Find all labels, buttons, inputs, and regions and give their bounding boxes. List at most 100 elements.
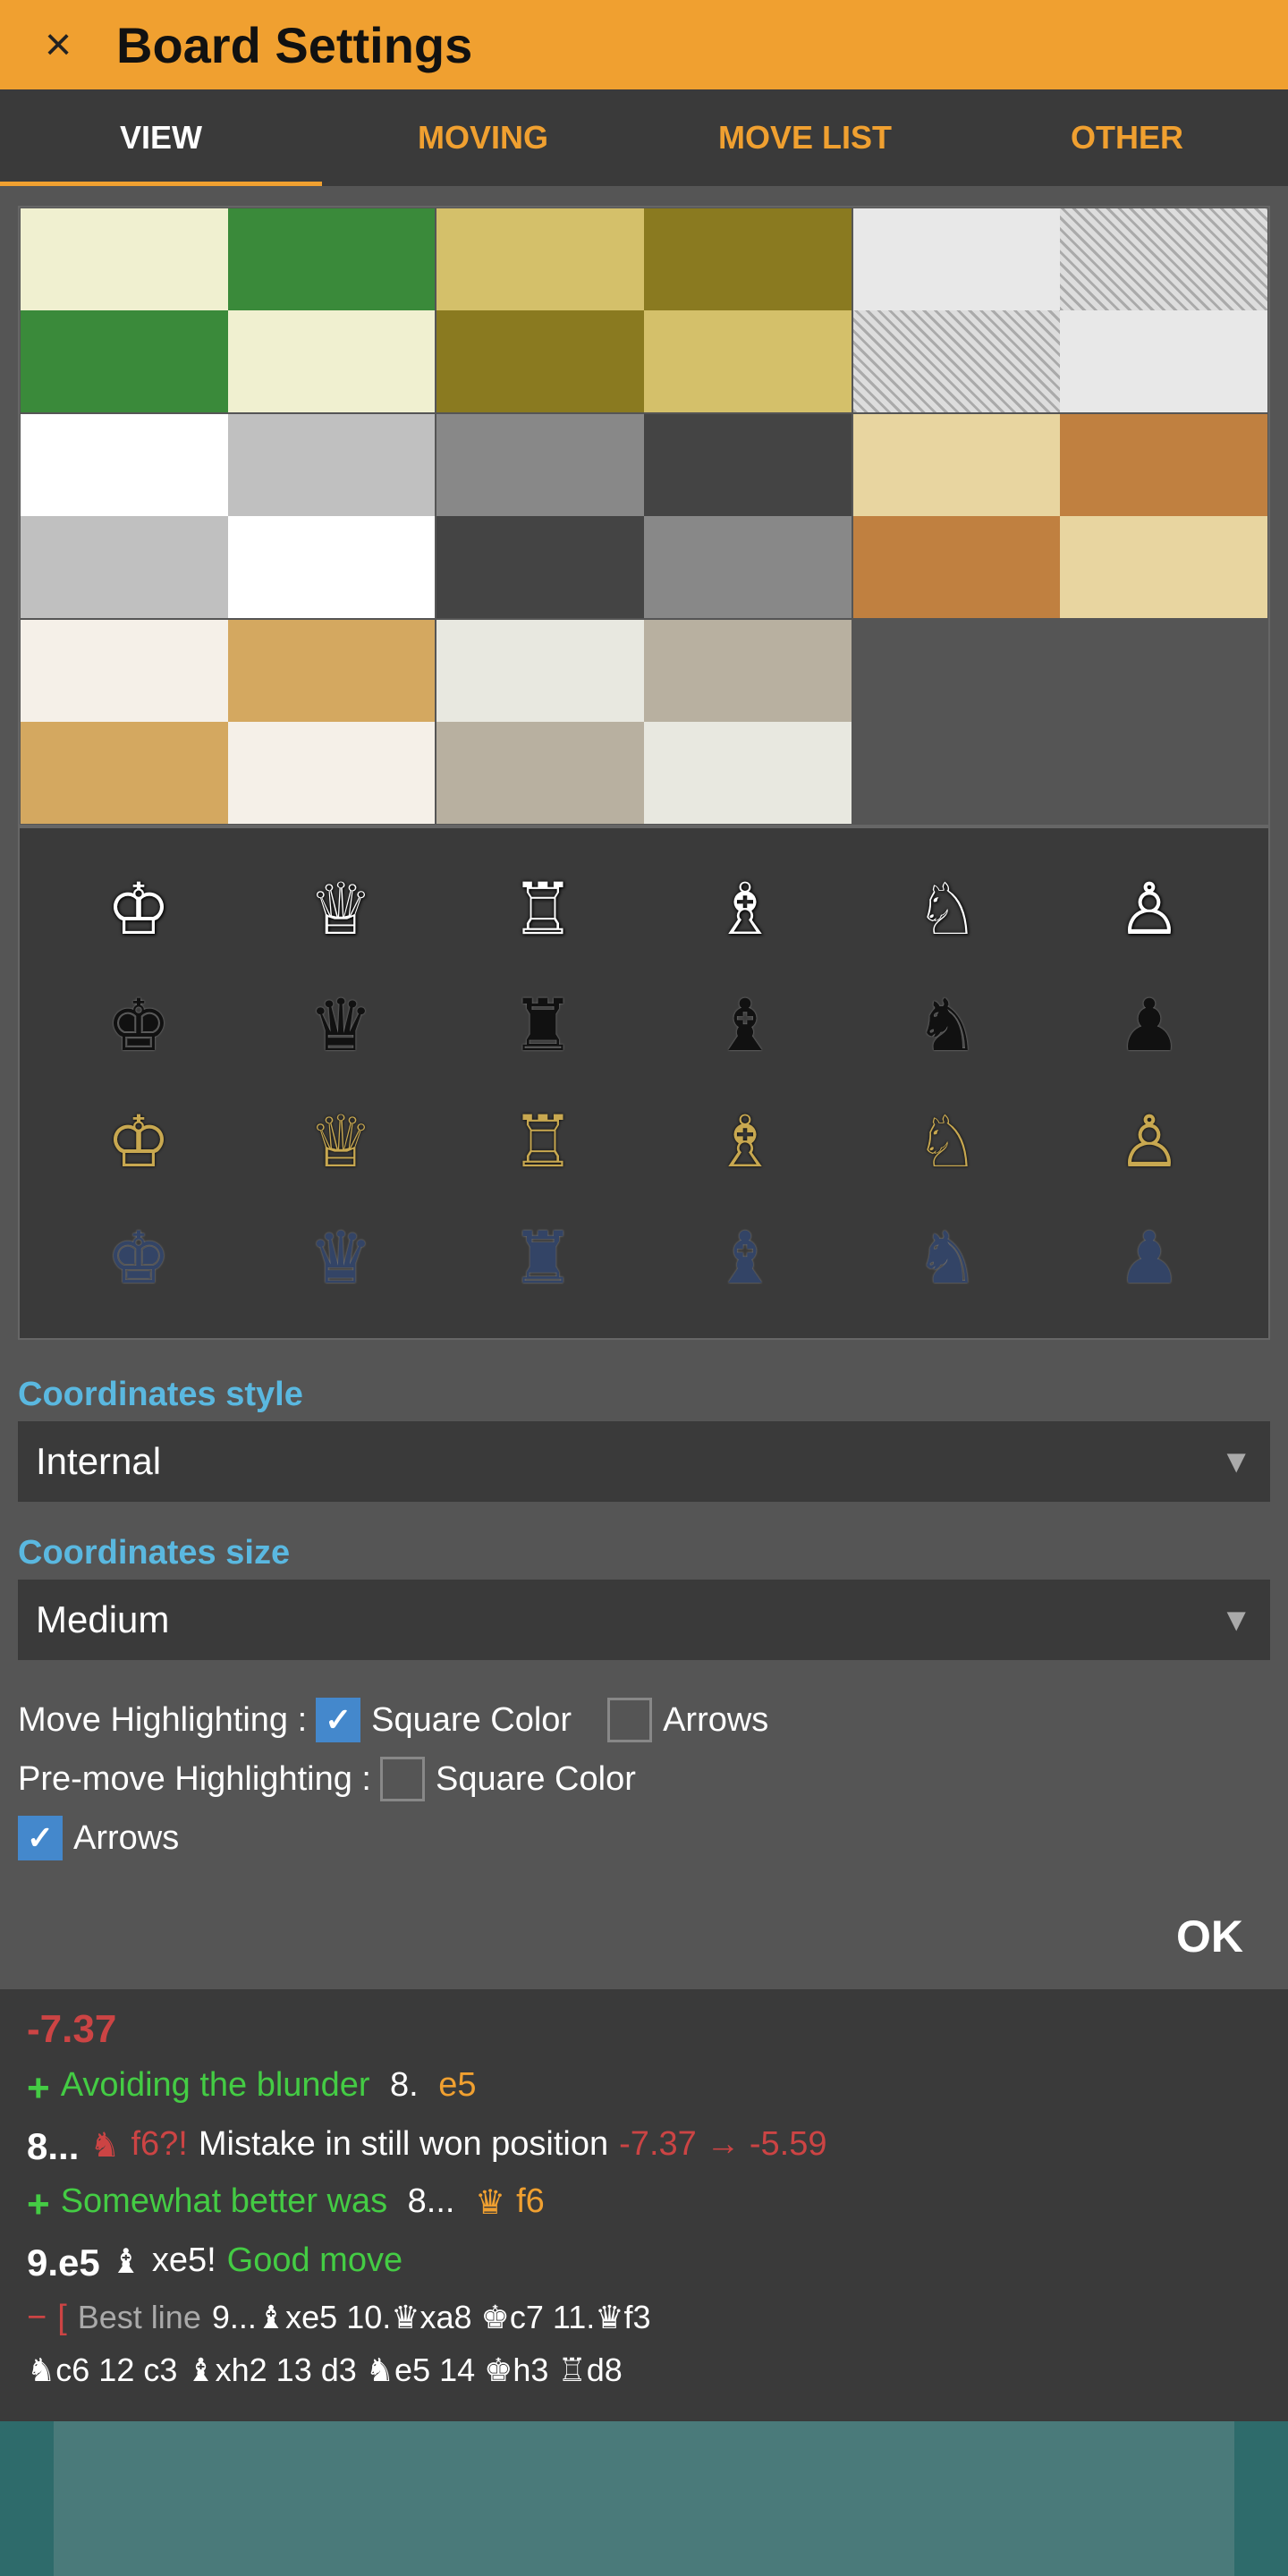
piece-navy-rook[interactable]: ♜: [489, 1204, 597, 1311]
dash-icon: −: [27, 2299, 47, 2337]
analysis-section: -7.37 + Avoiding the blunder 8. e5 8... …: [0, 1989, 1288, 2421]
bracket-open: [: [57, 2299, 67, 2337]
best-line-moves: 9...♝xe5 10.♛xa8 ♚c7 11.♛f3: [212, 2299, 651, 2336]
close-button[interactable]: ×: [27, 13, 89, 76]
theme-green[interactable]: [20, 208, 436, 413]
navy-pieces-row: ♚ ♛ ♜ ♝ ♞ ♟: [38, 1204, 1250, 1311]
themes-grid: [18, 206, 1270, 826]
square-color-label: Square Color: [371, 1701, 572, 1740]
premove-highlighting-label: Pre-move Highlighting :: [18, 1760, 371, 1799]
piece-navy-queen[interactable]: ♛: [287, 1204, 394, 1311]
piece-navy-knight[interactable]: ♞: [894, 1204, 1001, 1311]
piece-white-king[interactable]: ♔: [85, 855, 192, 962]
piece-tan-pawn[interactable]: ♙: [1096, 1088, 1203, 1195]
piece-black-king[interactable]: ♚: [85, 971, 192, 1079]
tab-move-list[interactable]: MOVE LIST: [644, 89, 966, 186]
better-move: f6: [516, 2182, 545, 2221]
theme-marble[interactable]: [436, 619, 852, 825]
move-highlighting-square-checkbox[interactable]: [316, 1698, 360, 1742]
piece-tan-king[interactable]: ♔: [85, 1088, 192, 1195]
theme-whitegrey[interactable]: [20, 413, 436, 619]
premove-square-label: Square Color: [436, 1760, 636, 1799]
good-move-piece: ♝: [111, 2241, 141, 2282]
settings-section: Coordinates style Internal ▼ Coordinates…: [0, 1358, 1288, 1660]
piece-white-rook[interactable]: ♖: [489, 855, 597, 962]
tabs-bar: VIEW MOVING MOVE LIST OTHER: [0, 89, 1288, 188]
piece-tan-rook[interactable]: ♖: [489, 1088, 597, 1195]
coordinates-size-label: Coordinates size: [18, 1516, 1270, 1580]
move-highlighting-arrows-checkbox[interactable]: [607, 1698, 652, 1742]
dropdown-size-arrow-icon: ▼: [1220, 1601, 1252, 1639]
move-highlighting-row: Move Highlighting : Square Color Arrows: [18, 1698, 1270, 1742]
best-line-label: Best line: [78, 2299, 201, 2336]
theme-leather[interactable]: [852, 413, 1268, 619]
move-num-2: 8...: [27, 2125, 79, 2168]
white-pieces-row: ♔ ♕ ♖ ♗ ♘ ♙: [38, 855, 1250, 962]
piece-navy-bishop[interactable]: ♝: [691, 1204, 799, 1311]
ok-row: OK: [0, 1884, 1288, 1989]
coordinates-size-dropdown[interactable]: Medium ▼: [18, 1580, 1270, 1660]
premove-arrows-row: Arrows: [18, 1816, 1270, 1860]
ok-button[interactable]: OK: [1149, 1902, 1270, 1971]
coordinates-size-value: Medium: [36, 1598, 1220, 1641]
header: × Board Settings: [0, 0, 1288, 89]
piece-navy-king[interactable]: ♚: [85, 1204, 192, 1311]
analysis-line-3: + Somewhat better was 8... ♛ f6: [27, 2182, 1261, 2227]
piece-black-bishop[interactable]: ♝: [691, 971, 799, 1079]
tab-moving[interactable]: MOVING: [322, 89, 644, 186]
dropdown-arrow-icon: ▼: [1220, 1443, 1252, 1480]
tan-pieces-row: ♔ ♕ ♖ ♗ ♘ ♙: [38, 1088, 1250, 1195]
premove-arrows-checkbox[interactable]: [18, 1816, 63, 1860]
piece-black-queen[interactable]: ♛: [287, 971, 394, 1079]
pieces-grid: ♔ ♕ ♖ ♗ ♘ ♙ ♚ ♛ ♜ ♝ ♞ ♟ ♔ ♕ ♖ ♗: [18, 826, 1270, 1340]
piece-tan-queen[interactable]: ♕: [287, 1088, 394, 1195]
piece-white-knight[interactable]: ♘: [894, 855, 1001, 962]
piece-tan-bishop[interactable]: ♗: [691, 1088, 799, 1195]
good-move-num: 9.e5: [27, 2241, 100, 2284]
analysis-bottom-line: ♞c6 12 c3 ♝xh2 13 d3 ♞e5 14 ♚h3 ♖d8: [27, 2351, 1261, 2389]
avoid-move-num: 8.: [390, 2066, 428, 2105]
piece-white-pawn[interactable]: ♙: [1096, 855, 1203, 962]
tab-other[interactable]: OTHER: [966, 89, 1288, 186]
piece-black-pawn[interactable]: ♟: [1096, 971, 1203, 1079]
piece-white-queen[interactable]: ♕: [287, 855, 394, 962]
good-move-text: xe5!: [152, 2241, 216, 2280]
avoid-blunder-text: Avoiding the blunder: [61, 2066, 379, 2105]
premove-arrows-label: Arrows: [73, 1819, 179, 1858]
analysis-best-line: − [ Best line 9...♝xe5 10.♛xa8 ♚c7 11.♛f…: [27, 2299, 1261, 2337]
premove-square-checkbox[interactable]: [380, 1757, 425, 1801]
move-highlighting-square-group: Square Color: [316, 1698, 572, 1742]
theme-lightwood[interactable]: [20, 619, 436, 825]
arrows-label: Arrows: [663, 1701, 768, 1740]
piece-black-rook[interactable]: ♜: [489, 971, 597, 1079]
premove-square-group: Square Color: [380, 1757, 636, 1801]
plus-icon-1: +: [27, 2066, 50, 2111]
coordinates-style-dropdown[interactable]: Internal ▼: [18, 1421, 1270, 1502]
piece-white-bishop[interactable]: ♗: [691, 855, 799, 962]
piece-navy-pawn[interactable]: ♟: [1096, 1204, 1203, 1311]
move-highlighting-arrows-group: Arrows: [607, 1698, 768, 1742]
mistake-label: Mistake in still won position: [199, 2125, 608, 2164]
theme-gold[interactable]: [436, 208, 852, 413]
tab-view[interactable]: VIEW: [0, 89, 322, 186]
premove-highlighting-row: Pre-move Highlighting : Square Color: [18, 1757, 1270, 1801]
better-text: Somewhat better was: [61, 2182, 397, 2221]
piece-black-knight[interactable]: ♞: [894, 971, 1001, 1079]
theme-empty: [852, 619, 1268, 825]
analysis-line-4: 9.e5 ♝ xe5! Good move: [27, 2241, 1261, 2284]
score-change: -7.37 → -5.59: [619, 2125, 826, 2164]
plus-icon-2: +: [27, 2182, 50, 2227]
better-move-num: 8...: [408, 2182, 464, 2221]
bottom-moves: ♞c6 12 c3 ♝xh2 13 d3 ♞e5 14 ♚h3 ♖d8: [27, 2351, 623, 2389]
premove-arrows-group: Arrows: [18, 1816, 179, 1860]
knight-icon: ♞: [89, 2125, 120, 2165]
piece-tan-knight[interactable]: ♘: [894, 1088, 1001, 1195]
dialog-title: Board Settings: [116, 16, 472, 74]
good-move-label: Good move: [227, 2241, 402, 2280]
avoid-move: e5: [438, 2066, 476, 2105]
blunder-move: f6?!: [131, 2125, 187, 2164]
score-display: -7.37: [27, 2007, 1261, 2052]
coordinates-style-value: Internal: [36, 1440, 1220, 1483]
theme-darkgrey[interactable]: [436, 413, 852, 619]
theme-hatched[interactable]: [852, 208, 1268, 413]
